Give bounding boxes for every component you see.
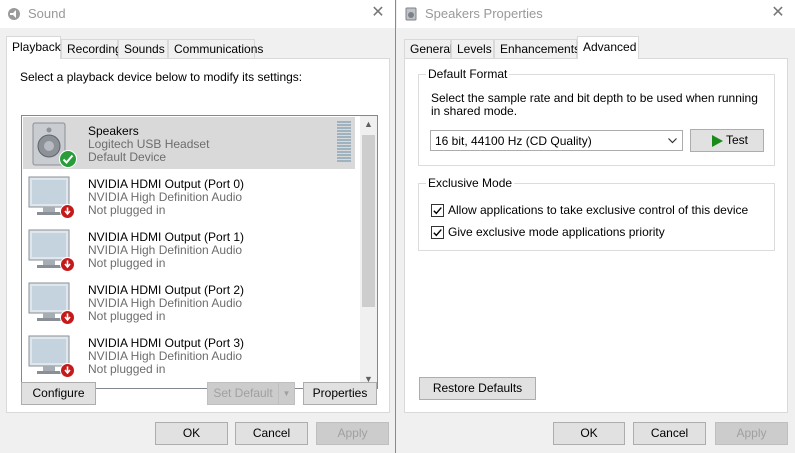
exclusive-mode-label: Exclusive Mode — [426, 176, 515, 190]
cancel-button[interactable]: Cancel — [235, 422, 308, 445]
default-check-icon — [59, 150, 77, 168]
device-name: NVIDIA HDMI Output (Port 1) — [88, 230, 245, 244]
checkmark-icon — [433, 207, 442, 215]
device-name: NVIDIA HDMI Output (Port 2) — [88, 283, 245, 297]
apply-button[interactable]: Apply — [715, 422, 788, 445]
checkmark-icon — [433, 229, 442, 237]
scroll-up-icon[interactable]: ▲ — [360, 116, 377, 133]
device-description: NVIDIA High Definition Audio — [88, 190, 243, 204]
device-item-hdmi-port-0[interactable]: NVIDIA HDMI Output (Port 0) NVIDIA High … — [23, 170, 355, 222]
unplugged-icon — [60, 257, 75, 272]
cancel-button[interactable]: Cancel — [633, 422, 706, 445]
default-format-description: Select the sample rate and bit depth to … — [431, 91, 758, 118]
device-item-hdmi-port-3[interactable]: NVIDIA HDMI Output (Port 3) NVIDIA High … — [23, 329, 355, 381]
device-status: Not plugged in — [88, 309, 166, 323]
properties-button[interactable]: Properties — [303, 382, 377, 405]
format-select-value: 16 bit, 44100 Hz (CD Quality) — [435, 134, 592, 148]
tab-playback[interactable]: Playback — [6, 36, 61, 59]
dropdown-arrow-icon[interactable]: ▼ — [278, 383, 294, 404]
device-item-hdmi-port-2[interactable]: NVIDIA HDMI Output (Port 2) NVIDIA High … — [23, 276, 355, 328]
tab-levels[interactable]: Levels — [451, 39, 494, 58]
ok-button[interactable]: OK — [553, 422, 625, 445]
default-format-label: Default Format — [426, 67, 510, 81]
chevron-down-icon — [668, 138, 677, 144]
window-title: Speakers Properties — [425, 6, 543, 21]
checkbox-box[interactable] — [431, 204, 444, 217]
ok-button[interactable]: OK — [155, 422, 228, 445]
device-description: NVIDIA High Definition Audio — [88, 243, 243, 257]
device-description: NVIDIA High Definition Audio — [88, 296, 243, 310]
speakers-properties-window: Speakers Properties ✕ General Levels Enh… — [397, 0, 795, 453]
tab-recording[interactable]: Recording — [61, 39, 122, 58]
format-select[interactable]: 16 bit, 44100 Hz (CD Quality) — [430, 130, 683, 151]
test-button-label: Test — [726, 133, 749, 147]
unplugged-icon — [60, 363, 75, 378]
apply-button[interactable]: Apply — [316, 422, 389, 445]
device-item-speakers[interactable]: Speakers Logitech USB Headset Default De… — [23, 117, 355, 169]
set-default-button[interactable]: Set Default ▼ — [207, 382, 295, 405]
device-status: Not plugged in — [88, 256, 166, 270]
configure-button[interactable]: Configure — [21, 382, 96, 405]
advanced-panel: Default Format Select the sample rate an… — [404, 58, 788, 413]
close-icon[interactable]: ✕ — [369, 4, 387, 22]
checkbox-label: Give exclusive mode applications priorit… — [448, 225, 665, 239]
device-status: Not plugged in — [88, 203, 166, 217]
device-item-hdmi-port-1[interactable]: NVIDIA HDMI Output (Port 1) NVIDIA High … — [23, 223, 355, 275]
device-name: NVIDIA HDMI Output (Port 0) — [88, 177, 245, 191]
tab-communications[interactable]: Communications — [168, 39, 263, 58]
device-list[interactable]: Speakers Logitech USB Headset Default De… — [21, 115, 378, 389]
device-list-scrollbar[interactable]: ▲ ▼ — [360, 116, 377, 388]
checkbox-box[interactable] — [431, 226, 444, 239]
device-status: Default Device — [88, 150, 167, 164]
close-icon[interactable]: ✕ — [769, 4, 787, 22]
properties-titlebar[interactable]: Speakers Properties ✕ — [397, 0, 795, 28]
device-description: Logitech USB Headset — [88, 137, 210, 151]
device-name: NVIDIA HDMI Output (Port 3) — [88, 336, 245, 350]
sound-window: Sound ✕ Playback Recording Sounds Commun… — [0, 0, 396, 453]
set-default-label: Set Default — [213, 386, 273, 400]
sound-titlebar[interactable]: Sound ✕ — [0, 0, 395, 28]
tab-enhancements[interactable]: Enhancements — [494, 39, 580, 58]
device-description: NVIDIA High Definition Audio — [88, 349, 243, 363]
scroll-thumb[interactable] — [362, 135, 375, 307]
play-icon — [712, 135, 723, 147]
tab-sounds[interactable]: Sounds — [118, 39, 168, 58]
exclusive-mode-group: Exclusive Mode Allow applications to tak… — [418, 176, 775, 251]
test-button[interactable]: Test — [690, 129, 764, 152]
window-title: Sound — [28, 6, 66, 21]
tab-advanced[interactable]: Advanced — [577, 36, 639, 59]
device-name: Speakers — [88, 124, 139, 138]
speaker-app-icon — [405, 7, 417, 21]
unplugged-icon — [60, 310, 75, 325]
sound-app-icon — [8, 8, 20, 20]
unplugged-icon — [60, 204, 75, 219]
checkbox-label: Allow applications to take exclusive con… — [448, 203, 749, 217]
instruction-text: Select a playback device below to modify… — [20, 70, 303, 84]
volume-level-meter — [337, 121, 351, 163]
restore-defaults-button[interactable]: Restore Defaults — [419, 377, 536, 400]
playback-panel: Select a playback device below to modify… — [6, 58, 390, 413]
tab-general[interactable]: General — [404, 39, 453, 58]
device-status: Not plugged in — [88, 362, 166, 376]
default-format-group: Default Format Select the sample rate an… — [418, 67, 775, 166]
